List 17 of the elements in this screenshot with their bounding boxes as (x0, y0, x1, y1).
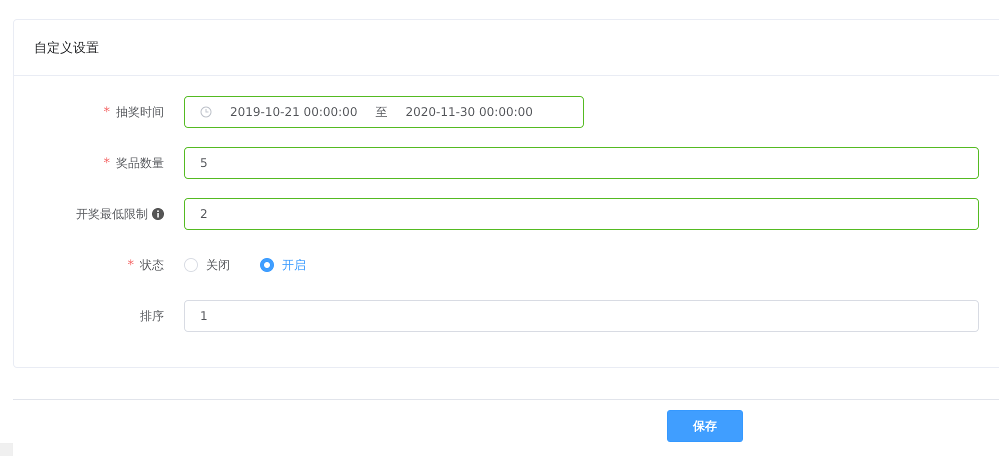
required-mark: * (128, 258, 134, 272)
card-title: 自定义设置 (34, 40, 99, 56)
required-mark: * (104, 104, 110, 120)
clock-icon (200, 106, 212, 118)
field-label: 奖品数量 (116, 154, 164, 172)
field-label: 抽奖时间 (116, 104, 164, 120)
required-mark: * (104, 156, 110, 170)
input-field[interactable]: 2 (184, 198, 979, 230)
info-icon[interactable] (152, 208, 164, 220)
date-range-field[interactable]: 2019-10-21 00:00:00 至 2020-11-30 00:00:00 (184, 96, 584, 128)
radio-option[interactable]: 关闭 (184, 256, 230, 274)
field-label: 排序 (140, 308, 164, 324)
field-label: 状态 (140, 256, 164, 274)
radio-icon[interactable] (260, 258, 274, 272)
field-label: 开奖最低限制 (76, 206, 148, 222)
input-field[interactable]: 5 (184, 147, 979, 179)
input-field[interactable]: 1 (184, 300, 979, 332)
